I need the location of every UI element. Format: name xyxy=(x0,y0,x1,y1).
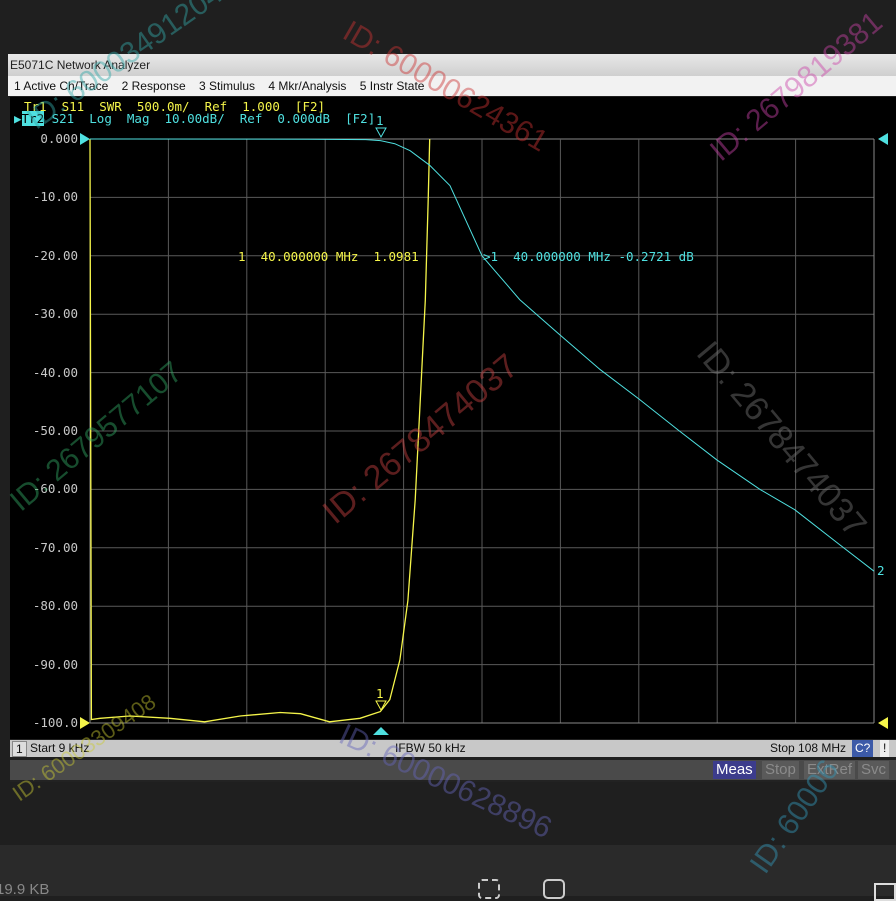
calibration-status[interactable]: C? xyxy=(852,740,874,757)
file-size: 19.9 KB xyxy=(0,881,50,898)
meas-button[interactable]: Meas xyxy=(713,761,756,779)
svc-button[interactable]: Svc xyxy=(858,761,890,779)
document-text-icon[interactable] xyxy=(543,879,565,899)
marker1-trace2-label[interactable]: 1 xyxy=(376,113,384,128)
stop-frequency[interactable]: Stop 108 MHz xyxy=(770,740,846,757)
marker-readout-trace2: >1 40.000000 MHz -0.2721 dB xyxy=(483,249,694,264)
trace2-ref-triangle-right xyxy=(878,133,888,145)
stop-button[interactable]: Stop xyxy=(762,761,799,779)
status-bar: 1 Start 9 kHz IFBW 50 kHz Stop 108 MHz C… xyxy=(10,740,896,757)
trace1-swr-line xyxy=(89,138,431,723)
channel-indicator[interactable]: 1 xyxy=(12,741,27,757)
scan-icon[interactable] xyxy=(478,879,500,899)
grid xyxy=(89,138,875,724)
fullscreen-icon[interactable] xyxy=(874,883,896,901)
marker-readout-trace1: 1 40.000000 MHz 1.0981 xyxy=(238,249,419,264)
viewer-bottom-bar: 19.9 KB xyxy=(0,845,896,901)
extref-button[interactable]: ExtRef xyxy=(804,761,856,779)
warning-indicator: ! xyxy=(880,740,890,757)
trace1-ref-triangle-right xyxy=(878,717,888,729)
ifbw-value[interactable]: IFBW 50 kHz xyxy=(395,740,466,757)
softkey-bar: Meas Stop ExtRef Svc xyxy=(10,760,896,782)
marker1-trace2-icon xyxy=(375,127,387,139)
trace2-end-label: 2 xyxy=(877,563,885,578)
trace2-ref-triangle-left xyxy=(80,133,90,145)
start-frequency[interactable]: Start 9 kHz xyxy=(30,740,89,757)
stimulus-marker-icon xyxy=(373,727,389,735)
marker1-trace1-label[interactable]: 1 xyxy=(376,686,384,701)
trace1-ref-triangle-left xyxy=(80,717,90,729)
